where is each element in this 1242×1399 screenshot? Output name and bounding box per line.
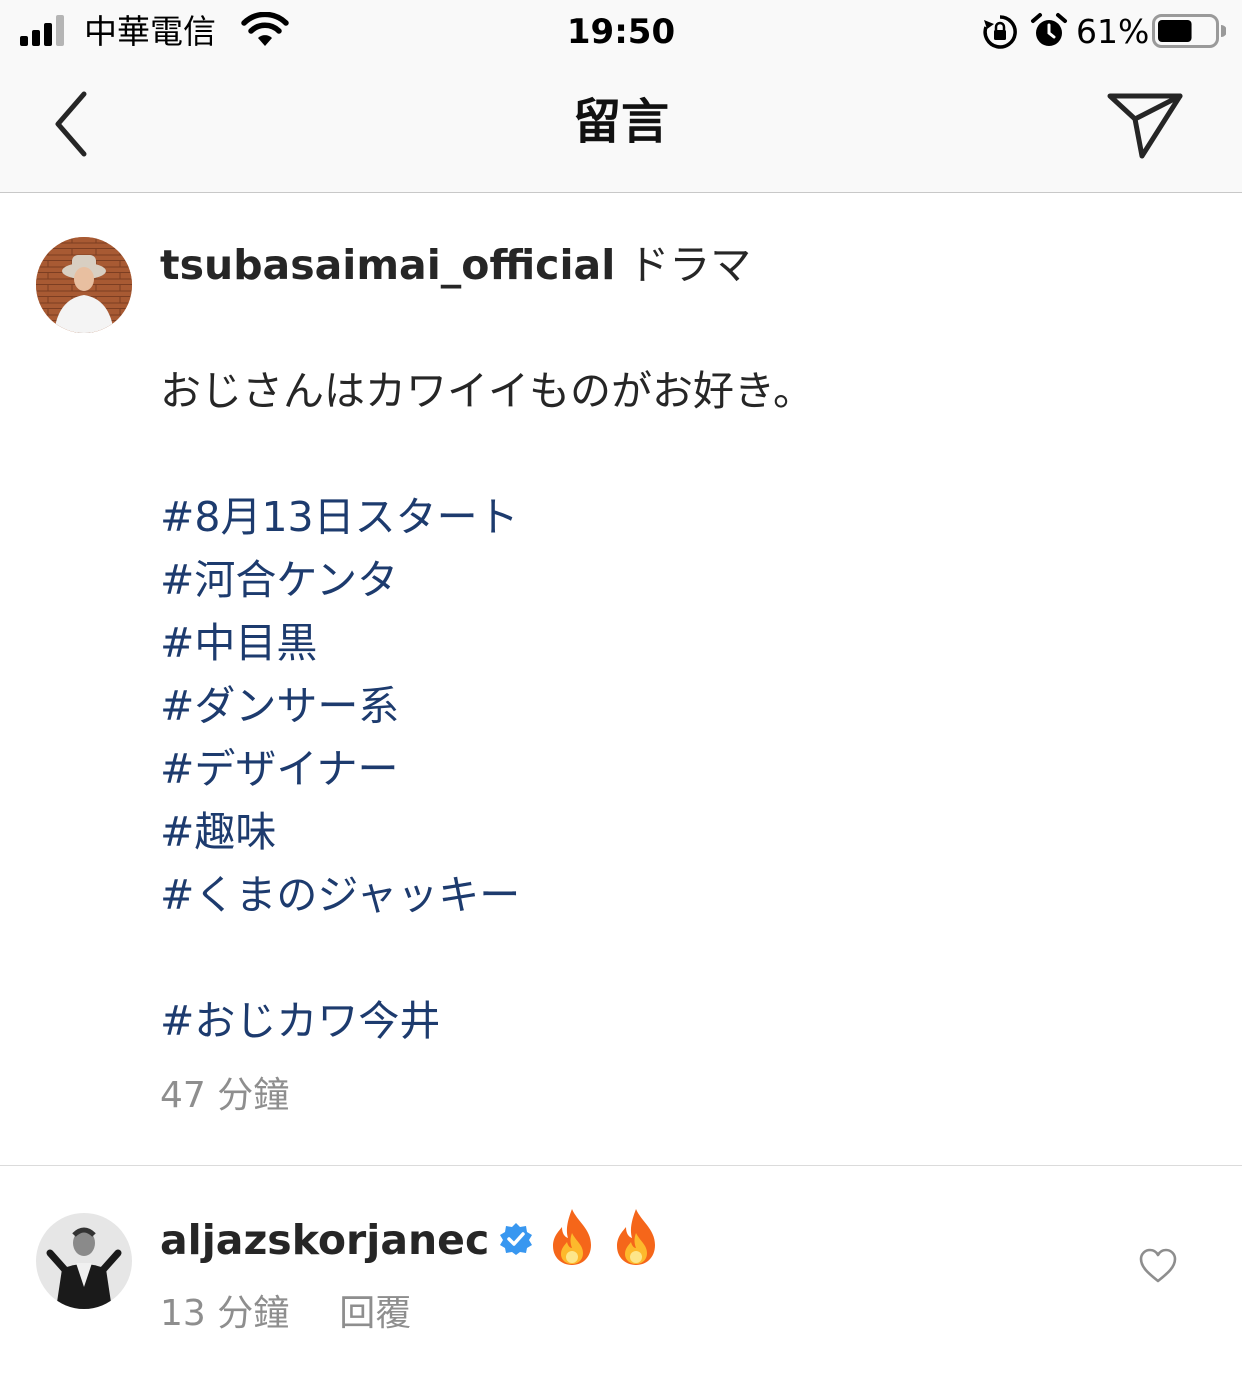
divider bbox=[0, 1165, 1242, 1166]
reply-button[interactable]: 回覆 bbox=[339, 1293, 411, 1334]
post-username[interactable]: tsubasaimai_official bbox=[160, 241, 615, 289]
heart-outline-icon[interactable] bbox=[1138, 1246, 1178, 1286]
navigation-bar: 留言 bbox=[0, 64, 1242, 193]
hashtag-link[interactable]: #趣味 bbox=[160, 801, 1200, 864]
comment: aljazskorjanec bbox=[160, 1208, 661, 1272]
hashtag-link[interactable]: #河合ケンタ bbox=[160, 549, 1200, 612]
comment-timestamp: 13 分鐘 bbox=[160, 1293, 290, 1334]
hashtag-link[interactable]: #デザイナー bbox=[160, 738, 1200, 801]
alarm-icon bbox=[1031, 13, 1067, 46]
battery-percentage: 61% bbox=[1076, 12, 1150, 51]
hashtag-link[interactable]: #くまのジャッキー bbox=[160, 864, 1200, 927]
status-time: 19:50 bbox=[566, 12, 676, 52]
rotation-lock-icon bbox=[983, 15, 1017, 49]
carrier-name: 中華電信 bbox=[84, 12, 216, 51]
caption-text: おじさんはカワイイものがお好き。 bbox=[160, 367, 814, 415]
back-chevron-icon[interactable] bbox=[40, 86, 104, 162]
hashtag-link[interactable]: #おじカワ今井 bbox=[160, 990, 1200, 1053]
profile-photo-icon bbox=[36, 1213, 132, 1309]
signal-icon bbox=[20, 15, 64, 46]
verified-badge-icon bbox=[500, 1223, 533, 1255]
profile-photo-icon bbox=[36, 237, 132, 333]
page-title: 留言 bbox=[572, 94, 669, 150]
post-timestamp: 47 分鐘 bbox=[160, 1075, 290, 1116]
paper-plane-icon[interactable] bbox=[1104, 90, 1186, 160]
caption-first-word: ドラマ bbox=[628, 241, 752, 289]
comment-username[interactable]: aljazskorjanec bbox=[160, 1216, 489, 1264]
post-caption: tsubasaimai_official ドラマ おじさんはカワイイものがお好き… bbox=[160, 234, 1200, 1053]
fire-emoji bbox=[553, 1209, 592, 1265]
status-bar: 中華電信 19:50 61% bbox=[0, 0, 1242, 64]
fire-emoji bbox=[617, 1209, 656, 1265]
hashtag-link[interactable]: #8月13日スタート bbox=[160, 486, 1200, 549]
wifi-icon bbox=[241, 12, 289, 46]
hashtag-list: #8月13日スタート #河合ケンタ #中目黒 #ダンサー系 #デザイナー #趣味 #くまのジ… bbox=[160, 486, 1200, 927]
battery-icon bbox=[1152, 14, 1226, 48]
hashtag-link[interactable]: #ダンサー系 bbox=[160, 675, 1200, 738]
comment-meta: 13 分鐘 回覆 bbox=[160, 1288, 411, 1340]
hashtag-link[interactable]: #中目黒 bbox=[160, 612, 1200, 675]
avatar[interactable] bbox=[36, 1213, 132, 1309]
avatar[interactable] bbox=[36, 237, 132, 333]
